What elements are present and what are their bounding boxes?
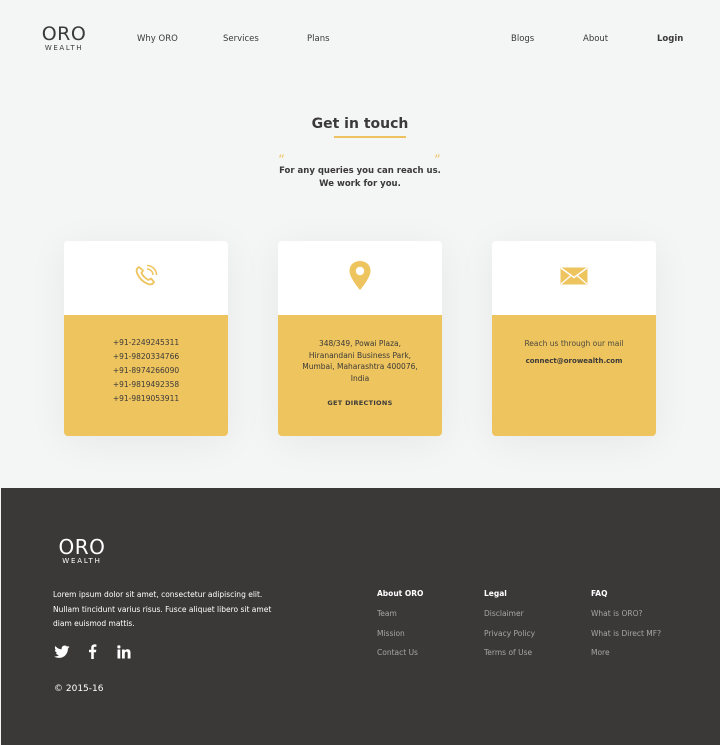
mail-icon: [560, 267, 588, 289]
phone-number-4[interactable]: +91-9819492358: [64, 378, 228, 392]
phone-number-5[interactable]: +91-9819053911: [64, 392, 228, 406]
phone-card-body: +91-2249245311 +91-9820334766 +91-897426…: [64, 315, 228, 436]
office-address: 348/349, Powai Plaza, Hiranandani Busine…: [302, 339, 418, 383]
footer-column-legal: Legal Disclaimer Privacy Policy Terms of…: [484, 589, 535, 668]
phone-number-1[interactable]: +91-2249245311: [64, 336, 228, 350]
footer-heading-faq: FAQ: [591, 589, 608, 598]
footer-link-mission[interactable]: Mission: [377, 629, 423, 638]
nav-blogs[interactable]: Blogs: [511, 34, 534, 44]
logo-tagline: WEALTH: [44, 44, 84, 52]
footer-column-about: About ORO Team Mission Contact Us: [377, 589, 423, 668]
nav-about[interactable]: About: [583, 34, 608, 44]
phone-card-header: [64, 241, 228, 315]
linkedin-icon[interactable]: [115, 643, 132, 660]
footer-link-disclaimer[interactable]: Disclaimer: [484, 609, 535, 618]
footer-logo-tagline: WEALTH: [62, 557, 102, 565]
phone-card: +91-2249245311 +91-9820334766 +91-897426…: [64, 241, 228, 436]
nav-plans[interactable]: Plans: [307, 34, 330, 44]
footer-link-terms-of-use[interactable]: Terms of Use: [484, 648, 535, 657]
footer-link-contact-us[interactable]: Contact Us: [377, 648, 423, 657]
footer-link-what-is-direct-mf[interactable]: What is Direct MF?: [591, 629, 661, 638]
phone-number-2[interactable]: +91-9820334766: [64, 350, 228, 364]
oro-wealth-logo[interactable]: ORO WEALTH: [39, 23, 89, 53]
subtitle-line-2: We work for you.: [319, 179, 401, 189]
footer-description: Lorem ipsum dolor sit amet, consectetur …: [53, 590, 272, 628]
nav-services[interactable]: Services: [223, 34, 259, 44]
footer-column-faq: FAQ What is ORO? What is Direct MF? More: [591, 589, 661, 668]
footer-link-more[interactable]: More: [591, 648, 661, 657]
facebook-icon[interactable]: [84, 643, 101, 660]
nav-why-oro[interactable]: Why ORO: [137, 34, 178, 44]
address-card-body: 348/349, Powai Plaza, Hiranandani Busine…: [278, 315, 442, 436]
mail-card: Reach us through our mail connect@orowea…: [492, 241, 656, 436]
footer: ORO WEALTH Lorem ipsum dolor sit amet, c…: [1, 488, 720, 745]
section-title: Get in touch: [311, 116, 409, 132]
title-underline: [334, 136, 406, 138]
contact-email-link[interactable]: connect@orowealth.com: [526, 357, 623, 365]
address-card: 348/349, Powai Plaza, Hiranandani Busine…: [278, 241, 442, 436]
subtitle-line-1: For any queries you can reach us.: [279, 166, 441, 176]
footer-link-what-is-oro[interactable]: What is ORO?: [591, 609, 661, 618]
copyright: © 2015-16: [54, 684, 104, 694]
top-navigation: ORO WEALTH Why ORO Services Plans Blogs …: [0, 0, 720, 80]
footer-heading-legal: Legal: [484, 589, 507, 598]
footer-link-team[interactable]: Team: [377, 609, 423, 618]
location-pin-icon: [348, 260, 372, 296]
footer-logo[interactable]: ORO WEALTH: [55, 535, 109, 566]
mail-card-body: Reach us through our mail connect@orowea…: [492, 315, 656, 436]
phone-icon: [133, 263, 159, 293]
section-subtitle: For any queries you can reach us. We wor…: [0, 165, 720, 191]
get-directions-link[interactable]: GET DIRECTIONS: [327, 399, 392, 407]
mail-card-header: [492, 241, 656, 315]
footer-logo-name: ORO: [58, 535, 106, 559]
footer-link-privacy-policy[interactable]: Privacy Policy: [484, 629, 535, 638]
mail-card-text: Reach us through our mail: [524, 339, 624, 348]
nav-login[interactable]: Login: [657, 34, 683, 44]
logo-name: ORO: [41, 23, 87, 45]
phone-number-3[interactable]: +91-8974266090: [64, 364, 228, 378]
twitter-icon[interactable]: [53, 643, 70, 660]
footer-heading-about: About ORO: [377, 589, 424, 598]
social-links: [53, 643, 132, 660]
address-card-header: [278, 241, 442, 315]
